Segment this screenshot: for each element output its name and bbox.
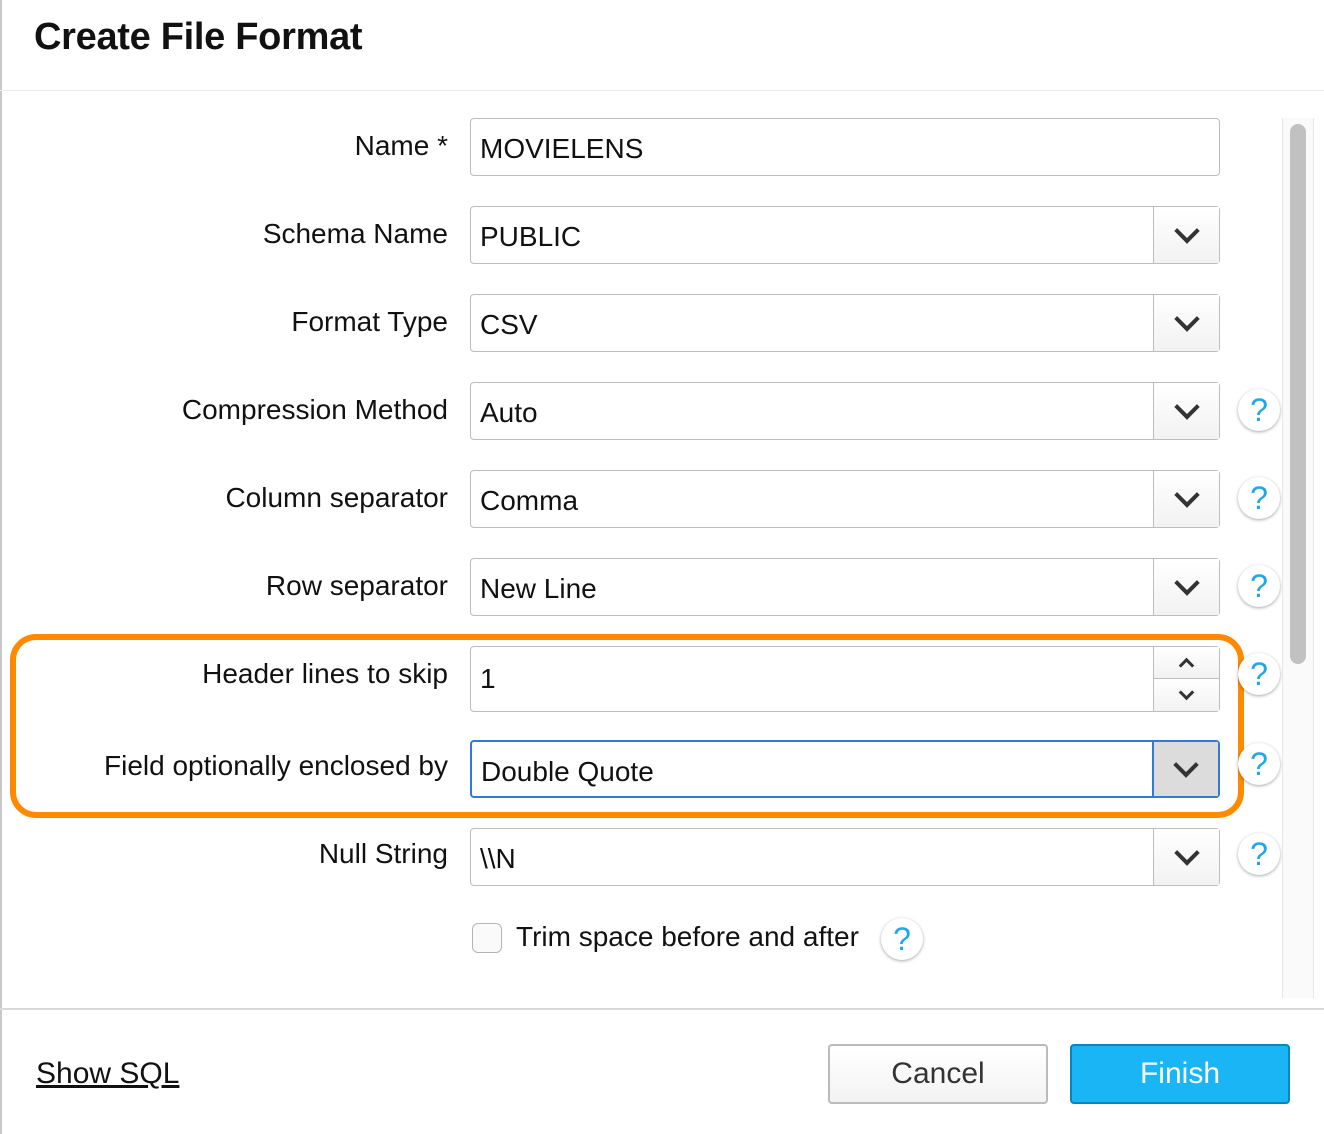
chevron-down-icon <box>1173 306 1200 332</box>
field-enclosed-label: Field optionally enclosed by <box>104 750 448 781</box>
help-icon[interactable]: ? <box>1238 833 1280 875</box>
header-lines-label: Header lines to skip <box>202 658 448 689</box>
increment-button[interactable] <box>1154 647 1219 679</box>
name-label: Name * <box>354 130 448 161</box>
compression-method-dropdown-button[interactable] <box>1153 383 1219 439</box>
row-separator-label: Row separator <box>265 570 448 601</box>
trim-space-label[interactable]: Trim space before and after <box>516 921 859 953</box>
row-separator-select[interactable]: New Line <box>470 558 1220 616</box>
row-separator-value: New Line <box>480 573 597 604</box>
row-separator-dropdown-button[interactable] <box>1153 559 1219 615</box>
chevron-down-icon <box>1173 752 1199 778</box>
format-type-dropdown-button[interactable] <box>1153 295 1219 351</box>
chevron-down-icon <box>1173 840 1200 866</box>
help-icon[interactable]: ? <box>1238 477 1280 519</box>
help-icon[interactable]: ? <box>1238 389 1280 431</box>
schema-name-select[interactable]: PUBLIC <box>470 206 1220 264</box>
field-enclosed-value: Double Quote <box>481 756 654 787</box>
trim-space-checkbox[interactable] <box>472 923 502 953</box>
help-icon[interactable]: ? <box>1238 743 1280 785</box>
help-icon[interactable]: ? <box>881 918 923 960</box>
help-icon[interactable]: ? <box>1238 565 1280 607</box>
chevron-down-icon <box>1173 570 1200 596</box>
schema-name-value: PUBLIC <box>480 221 582 252</box>
field-enclosed-select[interactable]: Double Quote <box>470 740 1220 798</box>
cancel-button[interactable]: Cancel <box>828 1044 1048 1104</box>
title-divider <box>0 90 1324 91</box>
column-separator-dropdown-button[interactable] <box>1153 471 1219 527</box>
chevron-up-icon <box>1178 657 1195 673</box>
help-icon[interactable]: ? <box>1238 653 1280 695</box>
column-separator-value: Comma <box>480 485 579 516</box>
chevron-down-icon <box>1173 394 1200 420</box>
column-separator-select[interactable]: Comma <box>470 470 1220 528</box>
header-lines-value: 1 <box>480 663 496 694</box>
show-sql-link[interactable]: Show SQL <box>36 1057 179 1091</box>
null-string-dropdown-button[interactable] <box>1153 829 1219 885</box>
chevron-down-icon <box>1173 482 1200 508</box>
format-type-select[interactable]: CSV <box>470 294 1220 352</box>
stepper-controls <box>1153 647 1219 711</box>
decrement-button[interactable] <box>1154 679 1219 711</box>
format-type-label: Format Type <box>291 306 448 337</box>
name-input[interactable]: MOVIELENS <box>470 118 1220 176</box>
name-value: MOVIELENS <box>480 133 644 164</box>
dialog-title: Create File Format <box>34 16 363 58</box>
null-string-label: Null String <box>318 838 448 869</box>
format-type-value: CSV <box>480 309 538 340</box>
header-lines-stepper[interactable]: 1 <box>470 646 1220 712</box>
footer-divider <box>0 1008 1324 1010</box>
compression-method-select[interactable]: Auto <box>470 382 1220 440</box>
column-separator-label: Column separator <box>225 482 448 513</box>
chevron-down-icon <box>1178 684 1195 701</box>
null-string-select[interactable]: \\N <box>470 828 1220 886</box>
dialog-left-border <box>0 0 2 1134</box>
compression-method-value: Auto <box>480 397 538 428</box>
chevron-down-icon <box>1173 218 1200 244</box>
field-enclosed-dropdown-button[interactable] <box>1152 742 1218 796</box>
compression-method-label: Compression Method <box>181 394 448 425</box>
finish-button[interactable]: Finish <box>1070 1044 1290 1104</box>
schema-name-label: Schema Name <box>262 218 448 249</box>
scrollbar-thumb[interactable] <box>1290 124 1306 664</box>
null-string-value: \\N <box>480 843 516 874</box>
schema-name-dropdown-button[interactable] <box>1153 207 1219 263</box>
